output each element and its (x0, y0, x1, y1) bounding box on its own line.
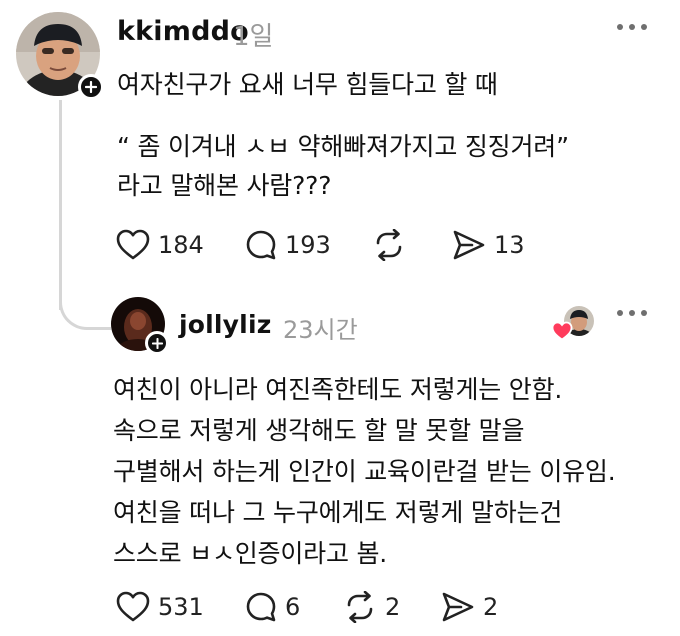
thread-connector-curve (59, 300, 111, 330)
share-icon (453, 230, 485, 260)
post-author-avatar[interactable] (16, 12, 104, 100)
thread-screen: kkimddo 1일 여자친구가 요새 너무 힘들다고 할 때 “ 좀 이겨내 … (0, 0, 680, 636)
reply-like-count: 531 (158, 593, 204, 621)
repost-icon (376, 229, 402, 261)
reply-text-line: 스스로 ㅂㅅ인증이라고 봄. (113, 539, 388, 568)
reply-comment-count: 6 (285, 593, 301, 621)
reply-repost-count: 2 (385, 593, 401, 621)
reply-timestamp: 23시간 (283, 316, 358, 344)
post-share-button[interactable]: 13 (452, 229, 525, 261)
thread-connector (59, 100, 62, 310)
liked-by-author-avatar (551, 305, 595, 341)
post-text-line: 라고 말해본 사람??? (117, 171, 332, 200)
reply-text-line: 구별해서 하는게 인간이 교육이란걸 받는 이유임. (113, 457, 616, 486)
reply-follow-plus-icon[interactable] (145, 331, 169, 355)
reply-author-avatar[interactable] (111, 297, 169, 355)
follow-plus-icon[interactable] (78, 74, 104, 100)
reply-more-icon[interactable] (617, 306, 647, 320)
reply-text-line: 여친을 떠나 그 누구에게도 저렇게 말하는건 (113, 498, 563, 527)
comment-icon (246, 230, 276, 260)
post-like-button[interactable]: 184 (116, 229, 204, 261)
reply-share-button[interactable]: 2 (441, 591, 498, 623)
heart-icon (116, 229, 150, 260)
reply-comment-button[interactable]: 6 (245, 591, 300, 623)
reply-username[interactable]: jollyliz (179, 310, 271, 339)
heart-icon (116, 591, 150, 622)
post-username[interactable]: kkimddo (117, 16, 249, 47)
reply-share-count: 2 (483, 593, 499, 621)
post-timestamp: 1일 (233, 22, 274, 52)
comment-icon (246, 592, 276, 622)
heart-icon (551, 321, 573, 345)
post-like-count: 184 (158, 231, 204, 259)
repost-icon (347, 591, 373, 623)
post-more-icon[interactable] (617, 20, 647, 34)
post-text-line: “ 좀 이겨내 ㅅㅂ 약해빠져가지고 징징거려” (117, 132, 569, 161)
post-repost-button[interactable] (372, 229, 406, 261)
post-comment-button[interactable]: 193 (245, 229, 331, 261)
share-icon (442, 592, 474, 622)
reply-text-line: 속으로 저렇게 생각해도 할 말 못할 말을 (113, 416, 525, 445)
reply-text-line: 여친이 아니라 여진족한테도 저렇게는 안함. (113, 375, 563, 404)
post-text-line: 여자친구가 요새 너무 힘들다고 할 때 (117, 70, 498, 99)
post-share-count: 13 (494, 231, 525, 259)
reply-repost-button[interactable]: 2 (343, 591, 400, 623)
post-comment-count: 193 (285, 231, 331, 259)
reply-like-button[interactable]: 531 (116, 591, 204, 623)
